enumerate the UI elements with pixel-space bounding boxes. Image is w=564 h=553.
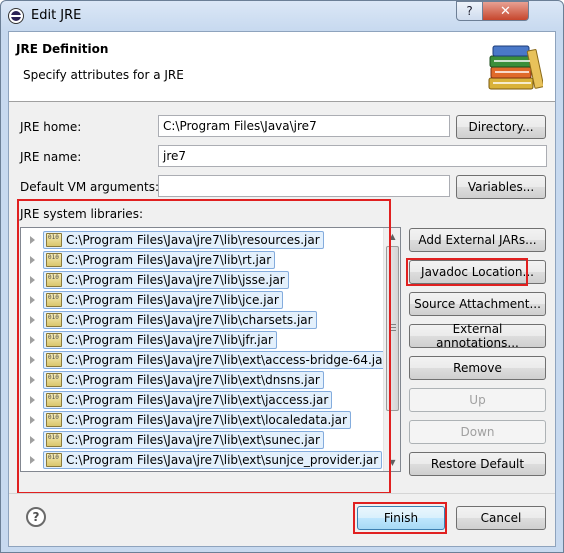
library-row[interactable]: C:\Program Files\Java\jre7\lib\ext\dnsns… [21, 370, 383, 390]
expand-arrow-icon[interactable] [30, 296, 35, 304]
remove-button[interactable]: Remove [409, 356, 546, 380]
library-item[interactable]: C:\Program Files\Java\jre7\lib\jce.jar [43, 291, 283, 309]
scroll-up-arrow-icon[interactable]: ▲ [384, 228, 400, 245]
header-description: Specify attributes for a JRE [23, 68, 184, 82]
jar-icon [46, 333, 62, 347]
eclipse-icon [8, 8, 24, 24]
expand-arrow-icon[interactable] [30, 396, 35, 404]
expand-arrow-icon[interactable] [30, 456, 35, 464]
library-item[interactable]: C:\Program Files\Java\jre7\lib\ext\jacce… [43, 391, 333, 409]
library-path: C:\Program Files\Java\jre7\lib\jsse.jar [66, 273, 285, 287]
library-item[interactable]: C:\Program Files\Java\jre7\lib\ext\sunjc… [43, 451, 383, 469]
jre-name-field[interactable]: jre7 [158, 145, 547, 167]
footer-separator [9, 493, 555, 494]
library-item[interactable]: C:\Program Files\Java\jre7\lib\jsse.jar [43, 271, 289, 289]
expand-arrow-icon[interactable] [30, 276, 35, 284]
system-libraries-tree[interactable]: C:\Program Files\Java\jre7\lib\resources… [20, 227, 401, 472]
directory-button[interactable]: Directory... [456, 115, 546, 139]
restore-default-button[interactable]: Restore Default [409, 452, 546, 476]
system-libraries-label: JRE system libraries: [20, 207, 143, 221]
down-button[interactable]: Down [409, 420, 546, 444]
cancel-button[interactable]: Cancel [456, 506, 546, 530]
library-row[interactable]: C:\Program Files\Java\jre7\lib\ext\jacce… [21, 390, 383, 410]
jar-icon [46, 453, 62, 467]
vm-arguments-label: Default VM arguments: [20, 180, 160, 194]
library-row[interactable]: C:\Program Files\Java\jre7\lib\ext\sunjc… [21, 450, 383, 470]
jar-icon [46, 273, 62, 287]
library-item[interactable]: C:\Program Files\Java\jre7\lib\jfr.jar [43, 331, 277, 349]
jar-icon [46, 253, 62, 267]
window-title: Edit JRE [31, 8, 82, 23]
add-external-jars-button[interactable]: Add External JARs... [409, 228, 546, 252]
header-title: JRE Definition [16, 42, 109, 56]
expand-arrow-icon[interactable] [30, 356, 35, 364]
library-path: C:\Program Files\Java\jre7\lib\ext\acces… [66, 353, 388, 367]
library-row[interactable]: C:\Program Files\Java\jre7\lib\jce.jar [21, 290, 383, 310]
library-row[interactable]: C:\Program Files\Java\jre7\lib\ext\local… [21, 410, 383, 430]
library-path: C:\Program Files\Java\jre7\lib\ext\sunjc… [66, 453, 379, 467]
library-item[interactable]: C:\Program Files\Java\jre7\lib\ext\sunec… [43, 431, 324, 449]
jar-icon [46, 293, 62, 307]
vm-arguments-field[interactable] [158, 175, 450, 197]
jar-icon [46, 373, 62, 387]
help-icon[interactable]: ? [26, 507, 46, 527]
title-help-button[interactable]: ? [456, 1, 483, 21]
close-button[interactable]: ✕ [482, 1, 529, 21]
dialog-header: JRE Definition Specify attributes for a … [9, 32, 555, 102]
jar-icon [46, 413, 62, 427]
library-row[interactable]: C:\Program Files\Java\jre7\lib\charsets.… [21, 310, 383, 330]
library-row[interactable]: C:\Program Files\Java\jre7\lib\rt.jar [21, 250, 383, 270]
expand-arrow-icon[interactable] [30, 376, 35, 384]
expand-arrow-icon[interactable] [30, 336, 35, 344]
library-path: C:\Program Files\Java\jre7\lib\jce.jar [66, 293, 279, 307]
jar-icon [46, 233, 62, 247]
library-item[interactable]: C:\Program Files\Java\jre7\lib\ext\acces… [43, 351, 392, 369]
library-row[interactable]: C:\Program Files\Java\jre7\lib\jfr.jar [21, 330, 383, 350]
jre-name-label: JRE name: [20, 150, 82, 164]
finish-button[interactable]: Finish [357, 506, 445, 530]
edit-jre-dialog: Edit JRE ? ✕ JRE Definition Specify attr… [0, 0, 564, 553]
up-button[interactable]: Up [409, 388, 546, 412]
library-row[interactable]: C:\Program Files\Java\jre7\lib\ext\acces… [21, 350, 392, 370]
scroll-thumb[interactable] [386, 246, 399, 411]
library-item[interactable]: C:\Program Files\Java\jre7\lib\resources… [43, 231, 324, 249]
jar-icon [46, 393, 62, 407]
source-attachment-button[interactable]: Source Attachment... [409, 292, 546, 316]
vertical-scrollbar[interactable]: ▲ ▼ [383, 228, 400, 471]
library-path: C:\Program Files\Java\jre7\lib\ext\local… [66, 413, 347, 427]
library-path: C:\Program Files\Java\jre7\lib\charsets.… [66, 313, 313, 327]
jre-home-field[interactable]: C:\Program Files\Java\jre7 [158, 115, 450, 137]
scroll-down-arrow-icon[interactable]: ▼ [384, 454, 400, 471]
library-path: C:\Program Files\Java\jre7\lib\jfr.jar [66, 333, 273, 347]
library-item[interactable]: C:\Program Files\Java\jre7\lib\ext\local… [43, 411, 351, 429]
jar-icon [46, 313, 62, 327]
javadoc-location-button[interactable]: Javadoc Location... [409, 260, 546, 284]
title-bar: Edit JRE ? ✕ [1, 1, 563, 31]
expand-arrow-icon[interactable] [30, 316, 35, 324]
library-row[interactable]: C:\Program Files\Java\jre7\lib\jsse.jar [21, 270, 383, 290]
jar-icon [46, 433, 62, 447]
library-row[interactable]: C:\Program Files\Java\jre7\lib\resources… [21, 230, 383, 250]
external-annotations-button[interactable]: External annotations... [409, 322, 546, 350]
library-item[interactable]: C:\Program Files\Java\jre7\lib\rt.jar [43, 251, 276, 269]
library-path: C:\Program Files\Java\jre7\lib\rt.jar [66, 253, 272, 267]
library-item[interactable]: C:\Program Files\Java\jre7\lib\ext\dnsns… [43, 371, 324, 389]
expand-arrow-icon[interactable] [30, 236, 35, 244]
library-path: C:\Program Files\Java\jre7\lib\resources… [66, 233, 320, 247]
library-item[interactable]: C:\Program Files\Java\jre7\lib\charsets.… [43, 311, 317, 329]
library-path: C:\Program Files\Java\jre7\lib\ext\jacce… [66, 393, 329, 407]
expand-arrow-icon[interactable] [30, 436, 35, 444]
expand-arrow-icon[interactable] [30, 256, 35, 264]
books-icon [488, 45, 543, 90]
library-row[interactable]: C:\Program Files\Java\jre7\lib\ext\sunec… [21, 430, 383, 450]
expand-arrow-icon[interactable] [30, 416, 35, 424]
jre-home-label: JRE home: [20, 120, 82, 134]
variables-button[interactable]: Variables... [456, 175, 546, 199]
library-path: C:\Program Files\Java\jre7\lib\ext\sunec… [66, 433, 320, 447]
library-path: C:\Program Files\Java\jre7\lib\ext\dnsns… [66, 373, 320, 387]
jar-icon [46, 353, 62, 367]
dialog-client-area: JRE Definition Specify attributes for a … [8, 31, 556, 547]
